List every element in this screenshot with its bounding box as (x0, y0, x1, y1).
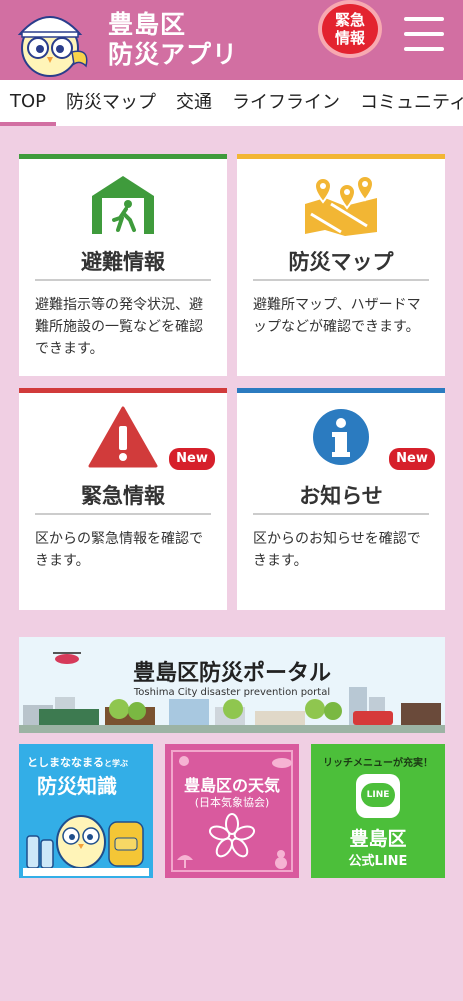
card-title: 避難情報 (81, 250, 165, 274)
card-accent-bar (237, 154, 445, 159)
app-header: 豊島区 防災アプリ 緊急 情報 (0, 0, 463, 80)
tab-lifeline[interactable]: ライフライン (222, 80, 350, 126)
tile-top-label: としまななまる (27, 756, 104, 769)
umbrella-icon (177, 855, 193, 868)
owl-mascot-logo (17, 16, 88, 77)
app-title: 豊島区 防災アプリ (108, 10, 238, 70)
card-divider (253, 279, 429, 281)
tab-community[interactable]: コミュニティ (350, 80, 463, 126)
tile-title: 豊島区 (349, 828, 407, 850)
card-title: 緊急情報 (81, 484, 165, 508)
new-badge: New (169, 448, 215, 470)
info-icon (313, 409, 369, 465)
card-description: 区からのお知らせを確認できます。 (253, 531, 421, 569)
portal-subtitle: Toshima City disaster prevention portal (133, 687, 331, 698)
card-title: お知らせ (299, 484, 383, 508)
official-line-tile[interactable]: リッチメニューが充実！ LINE 豊島区 公式LINE (311, 744, 445, 878)
card-accent-bar (19, 154, 227, 159)
tab-top[interactable]: TOP (0, 80, 57, 126)
snowman-icon (275, 850, 287, 869)
emergency-info-button[interactable]: 緊急 情報 (318, 0, 382, 58)
emergency-label-line1: 緊急 (334, 11, 365, 29)
tile-title: 豊島区の天気 (183, 776, 280, 795)
new-badge: New (389, 448, 435, 470)
nav-tabs: TOP 防災マップ 交通 ライフライン コミュニティ (0, 80, 463, 126)
warning-triangle-icon (88, 406, 158, 468)
menu-bar-icon (404, 32, 444, 36)
app-title-line1: 豊島区 (108, 10, 187, 39)
tab-disaster-map[interactable]: 防災マップ (56, 80, 166, 126)
app-title-line2: 防災アプリ (108, 40, 239, 69)
tile-top-small: と学ぶ (104, 759, 128, 768)
card-title: 防災マップ (288, 250, 394, 274)
evacuation-info-card[interactable]: 避難情報 避難指示等の発令状況、避難所施設の一覧などを確認できます。 (19, 154, 227, 376)
tile-title: 防災知識 (37, 774, 117, 798)
emergency-info-card[interactable]: New 緊急情報 区からの緊急情報を確認できます。 (19, 388, 227, 610)
card-description: 避難所マップ、ハザードマップなどが確認できます。 (253, 297, 421, 335)
card-divider (35, 279, 211, 281)
cherry-blossom-icon (208, 813, 256, 858)
hamburger-menu-button[interactable] (404, 17, 444, 51)
disaster-portal-banner[interactable]: 豊島区防災ポータル Toshima City disaster preventi… (19, 637, 445, 733)
map-pins-icon (305, 174, 377, 236)
disaster-knowledge-tile[interactable]: としまななまると学ぶ 防災知識 (19, 744, 153, 878)
weather-tile[interactable]: 豊島区の天気 (日本気象協会) (165, 744, 299, 878)
tile-top-text: としまななまると学ぶ (27, 754, 128, 770)
card-description: 避難指示等の発令状況、避難所施設の一覧などを確認できます。 (35, 297, 203, 357)
card-divider (253, 513, 429, 515)
card-divider (35, 513, 211, 515)
disaster-map-card[interactable]: 防災マップ 避難所マップ、ハザードマップなどが確認できます。 (237, 154, 445, 376)
menu-bar-icon (404, 47, 444, 51)
sun-icon (179, 756, 189, 766)
cloud-icon (272, 758, 292, 768)
tile-subtitle: (日本気象協会) (194, 796, 270, 809)
tab-transport[interactable]: 交通 (166, 80, 222, 126)
emergency-label-line2: 情報 (334, 29, 365, 47)
owl-with-supplies-icon (23, 815, 149, 876)
tile-subtitle: 公式LINE (348, 854, 408, 869)
menu-bar-icon (404, 17, 444, 21)
portal-title: 豊島区防災ポータル (132, 661, 331, 686)
notices-card[interactable]: New お知らせ 区からのお知らせを確認できます。 (237, 388, 445, 610)
evacuation-exit-icon (92, 176, 154, 234)
line-logo-text: LINE (361, 783, 395, 807)
card-accent-bar (19, 388, 227, 393)
card-description: 区からの緊急情報を確認できます。 (35, 531, 203, 569)
line-logo-icon: LINE (356, 774, 400, 818)
card-accent-bar (237, 388, 445, 393)
tile-top-text: リッチメニューが充実！ (323, 758, 433, 769)
